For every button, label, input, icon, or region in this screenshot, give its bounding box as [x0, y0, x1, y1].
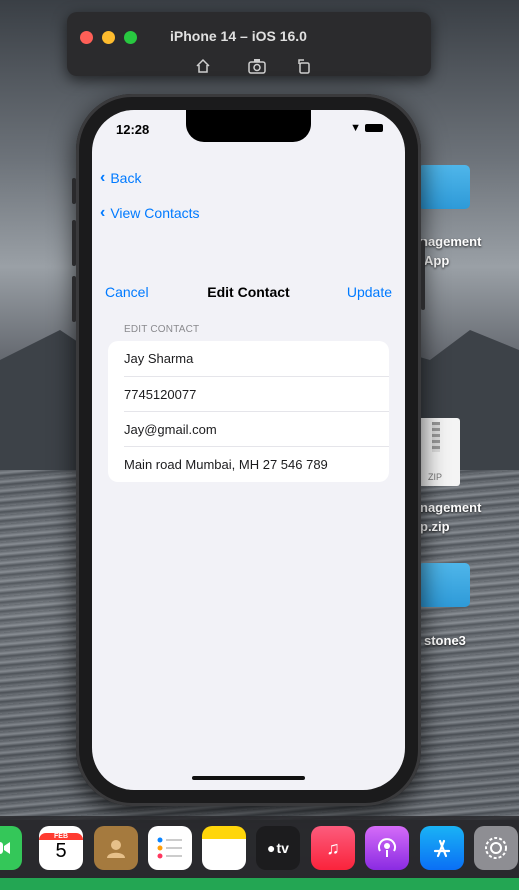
desktop-item-label[interactable]: stone3 — [424, 633, 466, 648]
notes-icon[interactable] — [202, 826, 246, 870]
facetime-icon[interactable] — [0, 826, 22, 870]
zip-file-icon[interactable]: ZIP — [418, 418, 460, 486]
zipper-icon — [432, 422, 440, 452]
screenshot-icon[interactable] — [248, 58, 266, 78]
back-label: Back — [110, 170, 142, 186]
view-contacts-label: View Contacts — [110, 205, 200, 221]
status-icons: ▼ — [350, 122, 383, 134]
zoom-window-button[interactable] — [124, 31, 137, 44]
apple-tv-icon[interactable]: ● tv — [256, 826, 300, 870]
rotate-icon[interactable] — [296, 58, 312, 78]
calendar-month: FEB — [39, 833, 83, 840]
mute-switch — [72, 178, 76, 204]
folder-icon[interactable] — [418, 165, 470, 209]
calendar-day: 5 — [55, 840, 67, 862]
volume-up-button — [72, 220, 76, 266]
phone-field[interactable]: 7745120077 — [124, 377, 389, 412]
simulator-toolbar: iPhone 14 – iOS 16.0 — [67, 12, 431, 76]
volume-down-button — [72, 276, 76, 322]
back-button[interactable]: ‹ Back — [100, 169, 142, 187]
music-icon[interactable]: ♫ — [311, 826, 355, 870]
update-button[interactable]: Update — [347, 284, 392, 300]
name-field[interactable]: Jay Sharma — [124, 341, 389, 376]
battery-icon — [365, 124, 383, 133]
section-header: EDIT CONTACT — [124, 324, 200, 335]
calendar-icon[interactable]: FEB 5 — [39, 826, 83, 870]
dynamic-notch — [186, 110, 311, 142]
view-contacts-button[interactable]: ‹ View Contacts — [100, 204, 200, 222]
chevron-left-icon: ‹ — [100, 204, 106, 221]
home-icon[interactable] — [195, 58, 211, 78]
iphone-frame: 12:28 ▼ ‹ Back ‹ View Contacts Cancel Ed… — [72, 94, 425, 806]
power-button — [421, 240, 425, 310]
desktop-item-label[interactable]: p.zip — [420, 519, 450, 534]
chevron-left-icon: ‹ — [100, 169, 106, 186]
simulator-title: iPhone 14 – iOS 16.0 — [170, 28, 307, 44]
apple-logo-icon: ● — [267, 840, 276, 856]
minimize-window-button[interactable] — [102, 31, 115, 44]
address-field[interactable]: Main road Mumbai, MH 27 546 789 — [124, 447, 389, 482]
reminders-icon[interactable] — [148, 826, 192, 870]
home-indicator[interactable] — [192, 776, 305, 780]
email-field[interactable]: Jay@gmail.com — [124, 412, 389, 447]
folder-icon[interactable] — [418, 563, 470, 607]
podcasts-icon[interactable] — [365, 826, 409, 870]
tv-label: tv — [276, 840, 289, 856]
edit-toolbar: Cancel Edit Contact Update — [92, 284, 405, 304]
edit-contact-form: Jay Sharma 7745120077 Jay@gmail.com Main… — [108, 341, 389, 482]
zip-badge: ZIP — [428, 472, 443, 482]
close-window-button[interactable] — [80, 31, 93, 44]
system-settings-icon[interactable] — [474, 826, 518, 870]
wifi-icon: ▼ — [350, 122, 361, 134]
terminal-strip — [0, 878, 519, 890]
desktop-item-label[interactable]: App — [424, 253, 449, 268]
status-time: 12:28 — [116, 122, 150, 137]
app-store-icon[interactable] — [420, 826, 464, 870]
phone-screen: 12:28 ▼ ‹ Back ‹ View Contacts Cancel Ed… — [92, 110, 405, 790]
desktop-item-label[interactable]: nagement — [420, 500, 481, 515]
contacts-icon[interactable] — [94, 826, 138, 870]
desktop-item-label[interactable]: nagement — [420, 234, 481, 249]
